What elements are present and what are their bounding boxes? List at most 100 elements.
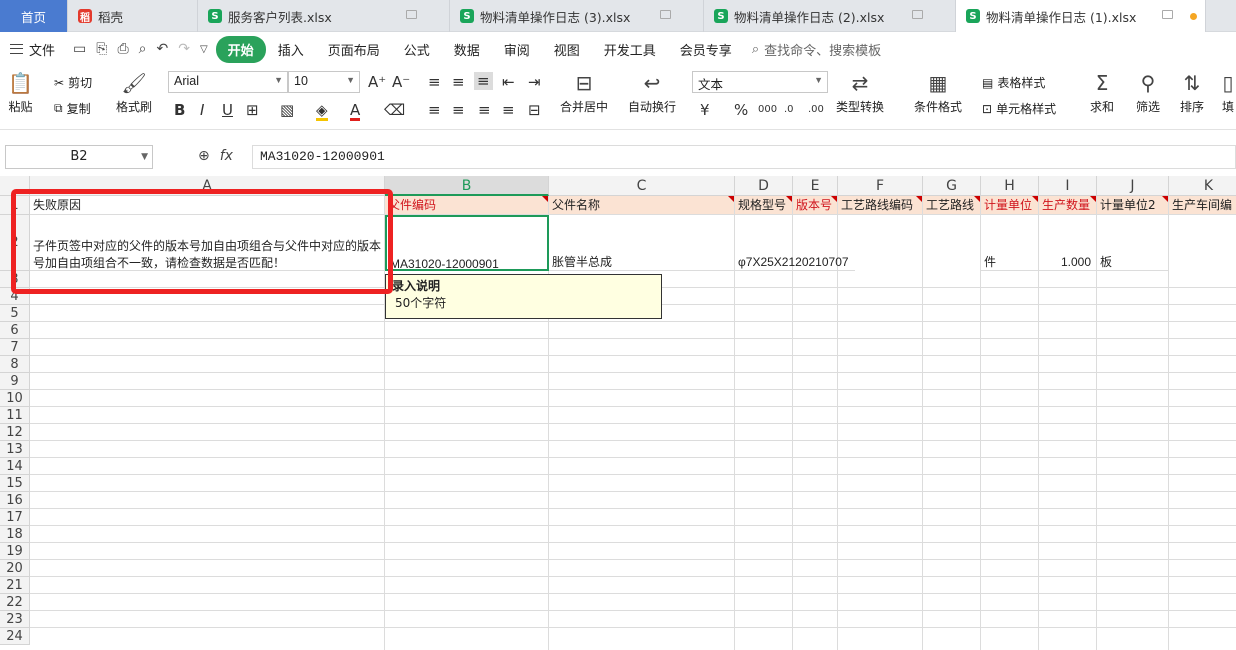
menu-tab-review[interactable]: 审阅 bbox=[492, 40, 542, 59]
increase-font-icon[interactable]: A⁺ bbox=[368, 74, 386, 90]
menu-tab-view[interactable]: 视图 bbox=[542, 40, 592, 59]
decrease-decimal-icon[interactable]: .00 bbox=[808, 102, 824, 118]
header-cell-parent-code[interactable]: 父件编码 bbox=[385, 196, 549, 215]
column-header-j[interactable]: J bbox=[1097, 176, 1169, 196]
header-cell-parent-name[interactable]: 父件名称 bbox=[549, 196, 735, 215]
indent-decrease-icon[interactable]: ⇤ bbox=[502, 74, 515, 90]
cell-unit2[interactable]: 板 bbox=[1097, 215, 1169, 271]
row-header[interactable]: 21 bbox=[0, 577, 30, 594]
export-icon[interactable]: ⎘ bbox=[96, 41, 107, 57]
zoom-icon[interactable]: ⊕ bbox=[198, 148, 210, 164]
convert-type-button[interactable]: ⇄ 类型转换 bbox=[836, 72, 884, 115]
menu-tab-home[interactable]: 开始 bbox=[215, 35, 266, 63]
tab-file-log-3[interactable]: S 物料清单操作日志 (3).xlsx bbox=[450, 0, 704, 32]
justify-icon[interactable]: ≡ bbox=[502, 102, 515, 118]
header-cell-quantity[interactable]: 生产数量 bbox=[1039, 196, 1097, 215]
row-header[interactable]: 7 bbox=[0, 339, 30, 356]
redo-icon[interactable]: ↷ bbox=[178, 41, 190, 57]
fill-pattern-icon[interactable]: ▧ bbox=[280, 102, 294, 118]
cell-spec[interactable]: φ7X25X2120210707 bbox=[735, 215, 855, 271]
indent-increase-icon[interactable]: ⇥ bbox=[528, 74, 541, 90]
row-header[interactable]: 14 bbox=[0, 458, 30, 475]
bold-icon[interactable]: B bbox=[174, 102, 185, 118]
conditional-format-button[interactable]: ▦ 条件格式 bbox=[914, 72, 962, 115]
header-cell-route-code[interactable]: 工艺路线编码 bbox=[838, 196, 923, 215]
cell-parent-name[interactable]: 胀管半总成 bbox=[549, 215, 735, 271]
row-header[interactable]: 13 bbox=[0, 441, 30, 458]
row-header[interactable]: 20 bbox=[0, 560, 30, 577]
menu-tab-page-layout[interactable]: 页面布局 bbox=[316, 40, 392, 59]
decrease-font-icon[interactable]: A⁻ bbox=[392, 74, 410, 90]
fill-color-icon[interactable]: ◈ bbox=[316, 102, 328, 121]
copy-button[interactable]: ⧉ 复制 bbox=[54, 100, 91, 117]
align-bottom-icon[interactable]: ≡ bbox=[474, 72, 493, 90]
row-header[interactable]: 22 bbox=[0, 594, 30, 611]
row-header[interactable]: 19 bbox=[0, 543, 30, 560]
font-size-select[interactable]: 10 ▼ bbox=[288, 71, 360, 93]
menu-tab-formulas[interactable]: 公式 bbox=[392, 40, 442, 59]
column-header-e[interactable]: E bbox=[793, 176, 838, 196]
header-cell-workshop[interactable]: 生产车间编 bbox=[1169, 196, 1236, 215]
italic-icon[interactable]: I bbox=[200, 102, 204, 118]
paste-button[interactable]: 📋 粘贴 bbox=[8, 72, 33, 115]
percent-icon[interactable]: % bbox=[734, 102, 748, 118]
row-header[interactable]: 23 bbox=[0, 611, 30, 628]
menu-tab-member[interactable]: 会员专享 bbox=[668, 40, 744, 59]
wrap-text-button[interactable]: ↩ 自动换行 bbox=[628, 72, 676, 115]
header-cell-unit2[interactable]: 计量单位2 bbox=[1097, 196, 1169, 215]
row-header[interactable]: 11 bbox=[0, 407, 30, 424]
sort-button[interactable]: ⇅ 排序 bbox=[1180, 72, 1204, 115]
distribute-icon[interactable]: ⊟ bbox=[528, 102, 541, 118]
column-header-c[interactable]: C bbox=[549, 176, 735, 196]
filter-button[interactable]: ⚲ 筛选 bbox=[1136, 72, 1160, 115]
column-header-k[interactable]: K bbox=[1169, 176, 1236, 196]
align-center-icon[interactable]: ≡ bbox=[452, 102, 465, 118]
file-menu[interactable]: 文件 bbox=[0, 40, 65, 59]
row-header[interactable]: 16 bbox=[0, 492, 30, 509]
currency-icon[interactable]: ¥ bbox=[700, 102, 710, 118]
more-icon[interactable]: ▽ bbox=[200, 44, 208, 55]
column-header-d[interactable]: D bbox=[735, 176, 793, 196]
cut-button[interactable]: ✂ 剪切 bbox=[54, 74, 92, 91]
row-header[interactable]: 10 bbox=[0, 390, 30, 407]
column-header-b[interactable]: B bbox=[385, 176, 549, 196]
menu-tab-developer[interactable]: 开发工具 bbox=[592, 40, 668, 59]
menu-tab-insert[interactable]: 插入 bbox=[266, 40, 316, 59]
increase-decimal-icon[interactable]: .0 bbox=[784, 102, 794, 118]
cell-quantity[interactable]: 1.000 bbox=[1039, 215, 1097, 271]
column-header-g[interactable]: G bbox=[923, 176, 981, 196]
command-search[interactable]: ⌕ 查找命令、搜索模板 bbox=[752, 40, 881, 59]
row-header[interactable]: 9 bbox=[0, 373, 30, 390]
tab-file-log-2[interactable]: S 物料清单操作日志 (2).xlsx bbox=[704, 0, 956, 32]
align-middle-icon[interactable]: ≡ bbox=[452, 74, 465, 90]
column-header-i[interactable]: I bbox=[1039, 176, 1097, 196]
tab-file-service-customers[interactable]: S 服务客户列表.xlsx bbox=[198, 0, 450, 32]
column-header-h[interactable]: H bbox=[981, 176, 1039, 196]
border-icon[interactable]: ⊞ bbox=[246, 102, 259, 118]
clear-format-icon[interactable]: ⌫ bbox=[384, 102, 405, 118]
header-cell-version[interactable]: 版本号 bbox=[793, 196, 838, 215]
format-painter-button[interactable]: 🖌 格式刷 bbox=[116, 72, 152, 115]
header-cell-spec[interactable]: 规格型号 bbox=[735, 196, 793, 215]
number-format-select[interactable]: 文本 ▼ bbox=[692, 71, 828, 93]
align-right-icon[interactable]: ≡ bbox=[478, 102, 491, 118]
row-header[interactable]: 12 bbox=[0, 424, 30, 441]
undo-icon[interactable]: ↶ bbox=[157, 41, 169, 57]
tab-home[interactable]: 首页 bbox=[0, 0, 68, 32]
font-color-icon[interactable]: A bbox=[350, 102, 361, 121]
row-header[interactable]: 24 bbox=[0, 628, 30, 645]
cell-unit[interactable]: 件 bbox=[981, 215, 1039, 271]
row-header[interactable]: 15 bbox=[0, 475, 30, 492]
tab-file-log-1[interactable]: S 物料清单操作日志 (1).xlsx bbox=[956, 0, 1206, 32]
menu-tab-data[interactable]: 数据 bbox=[442, 40, 492, 59]
merge-center-button[interactable]: ⊟ 合并居中 bbox=[560, 72, 608, 115]
print-icon[interactable]: ⎙ bbox=[117, 41, 128, 57]
sum-button[interactable]: Σ 求和 bbox=[1090, 72, 1114, 115]
formula-input[interactable]: MA31020-12000901 bbox=[252, 145, 1236, 169]
align-top-icon[interactable]: ≡ bbox=[428, 74, 441, 90]
cell-style-button[interactable]: ⊡ 单元格样式 bbox=[982, 100, 1056, 117]
font-name-select[interactable]: Arial ▼ bbox=[168, 71, 288, 93]
row-header[interactable]: 17 bbox=[0, 509, 30, 526]
fill-button[interactable]: ▯ 填 bbox=[1222, 72, 1234, 115]
table-style-button[interactable]: ▤ 表格样式 bbox=[982, 74, 1045, 91]
